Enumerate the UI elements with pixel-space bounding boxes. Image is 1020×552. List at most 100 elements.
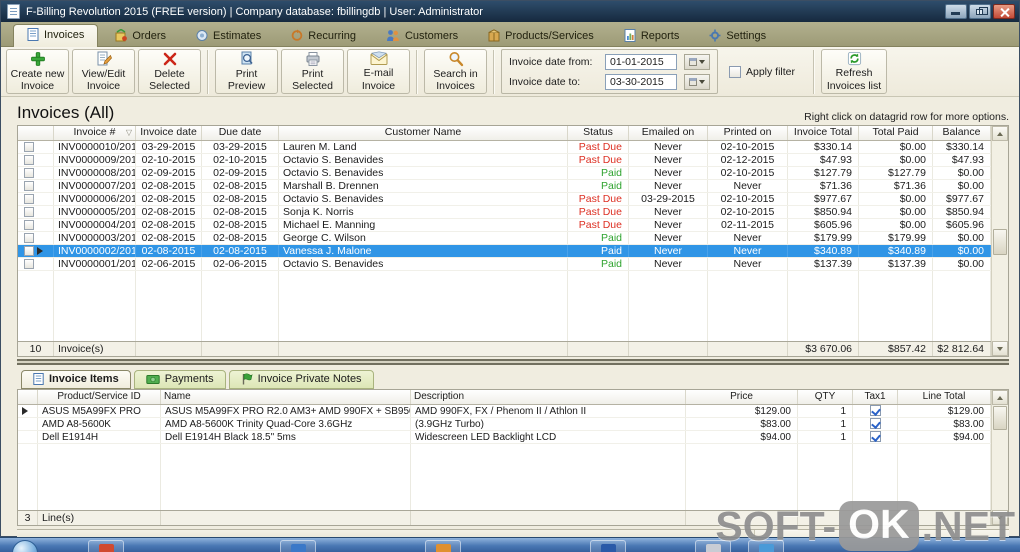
tab-invoices[interactable]: Invoices [13, 24, 99, 47]
tab-orders[interactable]: Orders [102, 26, 179, 46]
scrollbar-thumb[interactable] [993, 406, 1007, 430]
item-row[interactable]: ASUS M5A99FX PRO ASUS M5A99FX PRO R2.0 AM… [18, 405, 991, 418]
row-checkbox[interactable] [24, 233, 34, 243]
minimize-button[interactable] [945, 4, 967, 19]
col-total-paid[interactable]: Total Paid [859, 126, 933, 140]
status-badge: Paid [568, 258, 629, 270]
print-selected-button[interactable]: Print Selected [281, 49, 344, 94]
tab-recurring[interactable]: Recurring [278, 26, 369, 46]
date-filter-group: Invoice date from: 01-01-2015 Invoice da… [501, 49, 718, 94]
col-balance[interactable]: Balance [933, 126, 991, 140]
scroll-down-icon [997, 346, 1003, 351]
row-checkbox[interactable] [24, 259, 34, 269]
scroll-down-button[interactable] [992, 341, 1008, 356]
tab-invoice-items[interactable]: Invoice Items [21, 370, 131, 389]
invoice-row[interactable]: INV0000004/2015 02-08-2015 02-08-2015 Micha… [18, 219, 991, 232]
col-invoice-number[interactable]: Invoice # ▽ [54, 126, 136, 140]
col-due-date[interactable]: Due date [202, 126, 279, 140]
refresh-invoices-button[interactable]: Refresh Invoices list [821, 49, 888, 94]
start-orb-icon[interactable] [12, 540, 38, 552]
email-invoice-button[interactable]: E-mail Invoice [347, 49, 410, 94]
invoice-row[interactable]: INV0000009/2015 02-10-2015 02-10-2015 Octav… [18, 154, 991, 167]
delete-selected-button[interactable]: Delete Selected [138, 49, 201, 94]
col-qty[interactable]: QTY [798, 390, 853, 404]
search-invoices-button[interactable]: Search in Invoices [424, 49, 487, 94]
tab-payments[interactable]: Payments [133, 370, 226, 389]
row-checkbox[interactable] [24, 155, 34, 165]
date-from-field[interactable]: 01-01-2015 [605, 53, 677, 70]
tab-customers[interactable]: Customers [373, 26, 471, 46]
item-row[interactable]: AMD A8-5600K AMD A8-5600K Trinity Quad-Co… [18, 418, 991, 431]
col-tax1[interactable]: Tax1 [853, 390, 898, 404]
button-label: Delete Selected [149, 67, 190, 92]
col-invoice-date[interactable]: Invoice date [136, 126, 202, 140]
restore-button[interactable] [969, 4, 991, 19]
row-marker-icon [22, 407, 28, 415]
col-price[interactable]: Price [686, 390, 798, 404]
row-checkbox[interactable] [24, 181, 34, 191]
col-line-total[interactable]: Line Total [898, 390, 991, 404]
row-checkbox[interactable] [24, 220, 34, 230]
col-description[interactable]: Description [411, 390, 686, 404]
date-to-field[interactable]: 03-30-2015 [605, 73, 677, 90]
tax1-checkbox-checked[interactable] [869, 405, 881, 416]
invoice-row[interactable]: INV0000001/2015 02-06-2015 02-06-2015 Octav… [18, 258, 991, 271]
tax1-checkbox-checked[interactable] [869, 431, 881, 442]
orders-icon [115, 29, 128, 42]
close-button[interactable] [993, 4, 1015, 19]
tab-label: Recurring [308, 29, 356, 42]
tab-label: Invoice Items [49, 373, 119, 385]
button-label: Refresh Invoices list [826, 67, 882, 92]
col-customer-name[interactable]: Customer Name [279, 126, 568, 140]
col-select[interactable] [18, 126, 54, 140]
tab-settings[interactable]: Settings [696, 26, 779, 46]
invoices-grid: Invoice # ▽ Invoice date Due date Custome… [17, 125, 1009, 357]
tax1-checkbox-checked[interactable] [869, 418, 881, 429]
print-preview-button[interactable]: Print Preview [215, 49, 278, 94]
invoices-scrollbar[interactable] [991, 126, 1008, 356]
row-checkbox[interactable] [24, 246, 34, 256]
apply-filter-label: Apply filter [746, 65, 796, 78]
date-to-picker-button[interactable] [684, 73, 710, 90]
invoice-row[interactable]: INV0000010/2015 03-29-2015 03-29-2015 Laure… [18, 141, 991, 154]
tab-reports[interactable]: Reports [611, 26, 693, 46]
col-status[interactable]: Status [568, 126, 629, 140]
row-checkbox[interactable] [24, 207, 34, 217]
tab-estimates[interactable]: Estimates [183, 26, 274, 46]
row-checkbox[interactable] [24, 194, 34, 204]
invoice-row-selected[interactable]: INV0000002/2015 02-08-2015 02-08-2015 Vanes… [18, 245, 991, 258]
scrollbar-thumb[interactable] [993, 229, 1007, 255]
status-badge: Paid [568, 232, 629, 244]
view-edit-invoice-button[interactable]: View/Edit Invoice [72, 49, 135, 94]
invoice-row[interactable]: INV0000005/2015 02-08-2015 02-08-2015 Sonja… [18, 206, 991, 219]
tab-label: Payments [164, 373, 214, 385]
invoice-row[interactable]: INV0000007/2015 02-08-2015 02-08-2015 Marsh… [18, 180, 991, 193]
col-printed-on[interactable]: Printed on [708, 126, 788, 140]
create-invoice-button[interactable]: Create new Invoice [6, 49, 69, 94]
splitter[interactable] [17, 359, 1009, 365]
taskbar-app-4[interactable] [590, 540, 626, 552]
button-label: View/Edit Invoice [81, 67, 126, 92]
invoice-items-icon [33, 373, 44, 385]
footer-balance: $2 812.64 [933, 342, 991, 356]
invoice-row[interactable]: INV0000006/2015 02-08-2015 02-08-2015 Octav… [18, 193, 991, 206]
scroll-up-button[interactable] [992, 390, 1008, 405]
apply-filter-checkbox[interactable] [729, 65, 741, 78]
taskbar-app-2[interactable] [280, 540, 316, 552]
plus-icon [30, 52, 45, 66]
invoice-row[interactable]: INV0000003/2015 02-08-2015 02-08-2015 Georg… [18, 232, 991, 245]
tab-invoice-private-notes[interactable]: Invoice Private Notes [228, 370, 374, 389]
taskbar-app-1[interactable] [88, 540, 124, 552]
col-product-id[interactable]: Product/Service ID [38, 390, 161, 404]
date-from-picker-button[interactable] [684, 53, 710, 70]
taskbar-app-3[interactable] [425, 540, 461, 552]
scroll-up-button[interactable] [992, 126, 1008, 141]
col-invoice-total[interactable]: Invoice Total [788, 126, 859, 140]
row-checkbox[interactable] [24, 142, 34, 152]
row-checkbox[interactable] [24, 168, 34, 178]
col-name[interactable]: Name [161, 390, 411, 404]
item-row[interactable]: Dell E1914H Dell E1914H Black 18.5" 5ms Wi… [18, 431, 991, 444]
invoice-row[interactable]: INV0000008/2015 02-09-2015 02-09-2015 Octav… [18, 167, 991, 180]
tab-products-services[interactable]: Products/Services [475, 26, 607, 46]
col-emailed-on[interactable]: Emailed on [629, 126, 708, 140]
